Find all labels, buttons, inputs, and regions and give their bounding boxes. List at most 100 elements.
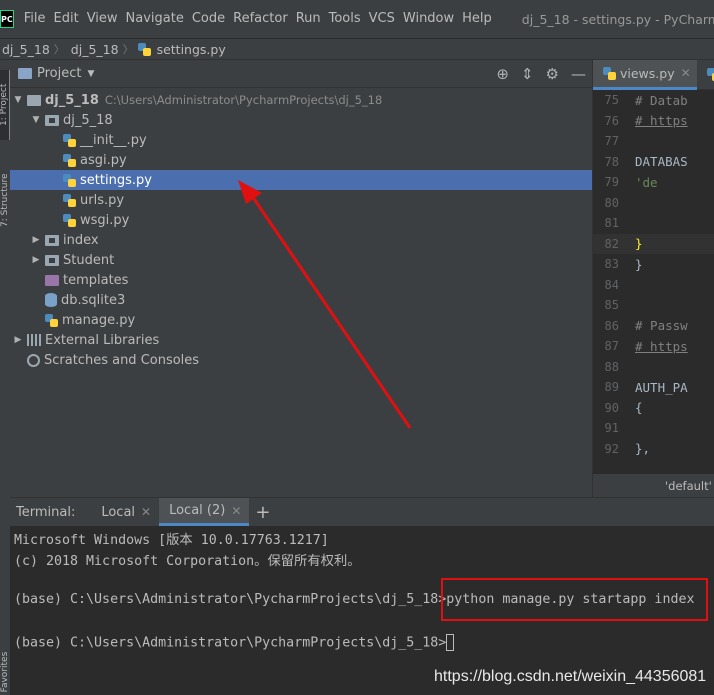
code-text: 'de — [635, 174, 658, 190]
breadcrumb-item-file[interactable]: settings.py — [155, 42, 226, 57]
left-tool-stripe: 1: Project 7: Structure 2: Favorites — [0, 60, 11, 695]
code-line: 92 }, — [593, 439, 714, 460]
tree-item[interactable]: __init__.py — [10, 130, 592, 150]
tree-item-label: urls.py — [80, 192, 125, 208]
editor-breadcrumb-status: 'default' — [593, 473, 714, 497]
code-text: } — [635, 256, 643, 272]
code-line: 91 — [593, 418, 714, 439]
code-line: 79 'de — [593, 172, 714, 193]
breadcrumb-item-package[interactable]: dj_5_18 — [69, 42, 119, 57]
menu-code[interactable]: Code — [188, 0, 229, 38]
tree-item[interactable]: ▶ index — [10, 230, 592, 250]
code-text: { — [635, 400, 643, 416]
tree-item[interactable]: wsgi.py — [10, 210, 592, 230]
database-icon — [45, 293, 57, 307]
editor-tab-label: views.py — [620, 65, 675, 81]
python-file-icon — [603, 66, 616, 80]
collapse-icon[interactable]: ⇕ — [521, 66, 534, 82]
code-text: # https — [635, 338, 688, 354]
editor-area: views.py ✕ 75 # Datab 76 # https 77 78 DATABAS… — [592, 60, 714, 497]
line-number: 77 — [604, 134, 619, 149]
new-terminal-button[interactable]: + — [255, 502, 270, 523]
close-icon[interactable]: ✕ — [681, 66, 691, 80]
tree-item[interactable]: db.sqlite3 — [10, 290, 592, 310]
close-icon[interactable]: ✕ — [231, 504, 241, 518]
code-line: 77 — [593, 131, 714, 152]
line-number: 84 — [604, 277, 619, 292]
chevron-down-icon[interactable]: ▼ — [87, 69, 94, 79]
package-folder-icon — [45, 114, 59, 126]
chevron-right-icon[interactable]: ▶ — [31, 255, 41, 265]
code-text: AUTH_PA — [635, 379, 688, 395]
menu-file[interactable]: File — [20, 0, 50, 38]
terminal-prompt-text: (base) C:\Users\Administrator\PycharmPro… — [14, 635, 447, 651]
code-text: # Passw — [635, 318, 688, 334]
tree-item[interactable]: ▶ Student — [10, 250, 592, 270]
editor-tab-views[interactable]: views.py ✕ — [593, 60, 697, 90]
code-line: 88 — [593, 357, 714, 378]
gear-icon[interactable]: ⚙ — [546, 66, 559, 82]
tree-item[interactable]: manage.py — [10, 310, 592, 330]
package-folder-icon — [45, 254, 59, 266]
close-icon[interactable]: ✕ — [141, 505, 151, 519]
chevron-down-icon[interactable]: ▼ — [13, 95, 23, 105]
code-line: 90 { — [593, 398, 714, 419]
tree-item[interactable]: ▼ dj_5_18 — [10, 110, 592, 130]
line-number: 87 — [604, 339, 619, 354]
tree-item-label: External Libraries — [45, 332, 160, 348]
menu-help[interactable]: Help — [458, 0, 496, 38]
tree-item-label: dj_5_18 — [45, 92, 99, 108]
terminal-tab-local[interactable]: Local ✕ — [91, 498, 159, 526]
python-file-icon — [63, 193, 76, 207]
terminal-prompt[interactable]: (base) C:\Users\Administrator\PycharmPro… — [14, 634, 455, 651]
project-view-selector[interactable]: Project — [37, 66, 81, 81]
menu-view[interactable]: View — [83, 0, 122, 38]
menu-vcs[interactable]: VCS — [365, 0, 399, 38]
line-number: 92 — [604, 441, 619, 456]
menu-window[interactable]: Window — [399, 0, 458, 38]
chevron-down-icon[interactable]: ▼ — [31, 115, 41, 125]
line-number: 89 — [604, 380, 619, 395]
line-number: 82 — [604, 236, 619, 251]
tree-item-label: Student — [63, 252, 115, 268]
tree-item[interactable]: settings.py — [10, 170, 592, 190]
chevron-right-icon[interactable]: ▶ — [31, 235, 41, 245]
python-file-icon — [63, 133, 76, 147]
minimize-icon[interactable]: — — [571, 66, 586, 82]
code-line: 82 } — [593, 233, 714, 254]
menu-run[interactable]: Run — [292, 0, 325, 38]
code-line: 85 — [593, 295, 714, 316]
tree-item-label: Scratches and Consoles — [44, 352, 200, 368]
tree-item[interactable]: asgi.py — [10, 150, 592, 170]
menu-navigate[interactable]: Navigate — [122, 0, 188, 38]
line-number: 85 — [604, 298, 619, 313]
code-line: 84 — [593, 275, 714, 296]
tree-item[interactable]: ▶ External Libraries — [10, 330, 592, 350]
python-file-icon — [706, 68, 714, 81]
tree-item[interactable]: templates — [10, 270, 592, 290]
tree-item[interactable]: Scratches and Consoles — [10, 350, 592, 370]
python-file-icon — [63, 213, 76, 227]
tree-item-label: wsgi.py — [80, 212, 130, 228]
menu-edit[interactable]: Edit — [50, 0, 83, 38]
menu-tools[interactable]: Tools — [325, 0, 365, 38]
chevron-right-icon[interactable]: ▶ — [13, 335, 23, 345]
tree-item[interactable]: urls.py — [10, 190, 592, 210]
line-number: 86 — [604, 318, 619, 333]
line-number: 79 — [604, 175, 619, 190]
line-number: 88 — [604, 359, 619, 374]
code-line: 83} — [593, 254, 714, 275]
code-line: 80 — [593, 193, 714, 214]
pycharm-logo-icon: PC — [0, 10, 14, 28]
code-line: 75 # Datab — [593, 90, 714, 111]
terminal-tab-label: Local — [101, 504, 136, 520]
window-title: dj_5_18 - settings.py - PyCharm — [521, 11, 714, 27]
menu-refactor[interactable]: Refactor — [229, 0, 292, 38]
tree-item-label: index — [63, 232, 99, 248]
terminal-tab-local-2[interactable]: Local (2) ✕ — [159, 498, 250, 526]
python-file-icon — [63, 153, 76, 167]
breadcrumb-item-project[interactable]: dj_5_18 — [0, 42, 50, 57]
editor-tab-next[interactable] — [697, 60, 714, 90]
tree-item[interactable]: ▼ dj_5_18 C:\Users\Administrator\PycharmPr… — [10, 90, 592, 110]
locate-icon[interactable]: ⊕ — [496, 66, 509, 82]
